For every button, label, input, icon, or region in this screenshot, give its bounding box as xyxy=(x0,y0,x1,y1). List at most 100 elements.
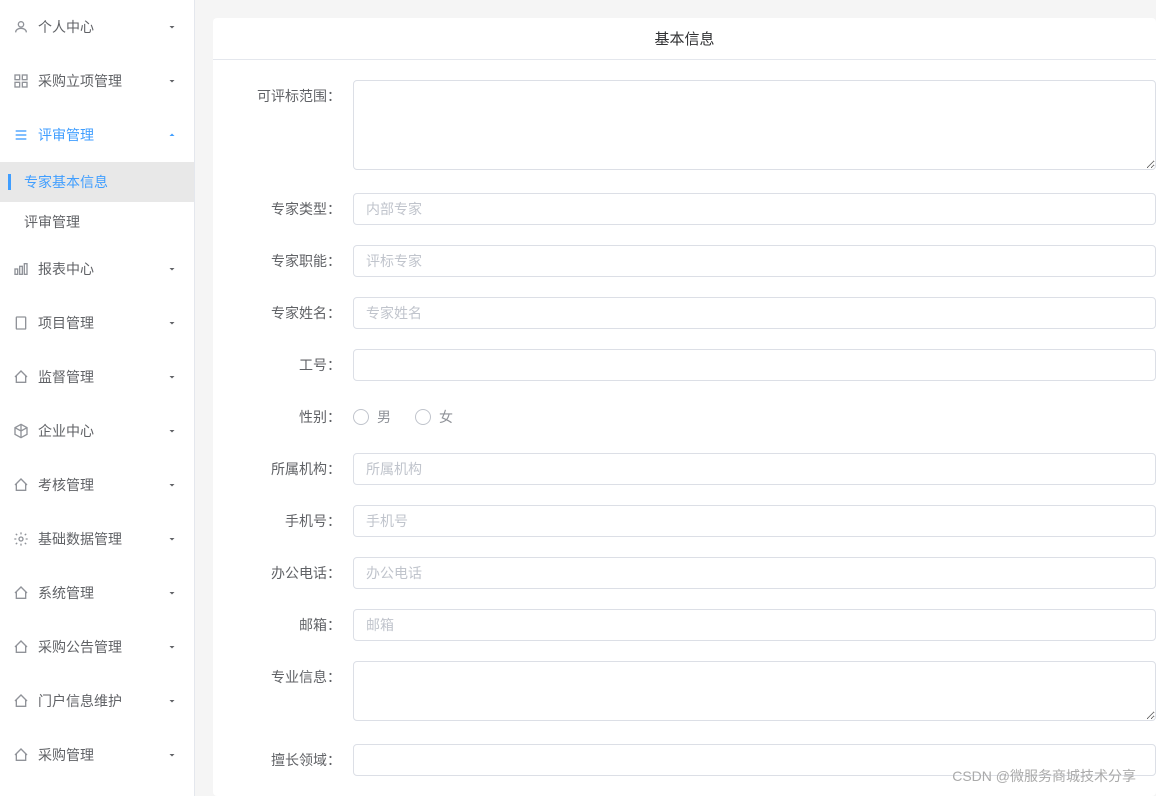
sidebar: 个人中心 采购立项管理 评审管理 专家基本信息 xyxy=(0,0,195,796)
user-icon xyxy=(12,18,30,36)
chevron-down-icon xyxy=(166,533,178,545)
sidebar-item-label: 项目管理 xyxy=(38,313,166,333)
sidebar-item-personal-center[interactable]: 个人中心 xyxy=(0,0,194,54)
bid-scope-textarea[interactable] xyxy=(353,80,1156,170)
field-label: 性别： xyxy=(213,401,353,433)
expert-name-input[interactable] xyxy=(353,297,1156,329)
sidebar-item-procurement-project[interactable]: 采购立项管理 xyxy=(0,54,194,108)
chevron-down-icon xyxy=(166,317,178,329)
sidebar-item-portal-info[interactable]: 门户信息维护 xyxy=(0,674,194,728)
tab-header: 基本信息 xyxy=(213,18,1156,60)
main-content: 基本信息 可评标范围： 专家类型： 专家职能： xyxy=(195,0,1156,796)
submenu-item-label: 评审管理 xyxy=(24,212,80,232)
sidebar-item-supervision-mgmt[interactable]: 监督管理 xyxy=(0,350,194,404)
field-label: 所属机构： xyxy=(213,453,353,485)
form-row-expert-name: 专家姓名： xyxy=(213,297,1156,329)
submenu-review: 专家基本信息 评审管理 xyxy=(0,162,194,242)
sidebar-item-label: 采购立项管理 xyxy=(38,71,166,91)
form-row-organization: 所属机构： xyxy=(213,453,1156,485)
sidebar-item-enterprise-center[interactable]: 企业中心 xyxy=(0,404,194,458)
form-area: 可评标范围： 专家类型： 专家职能： xyxy=(213,60,1156,776)
doc-icon xyxy=(12,314,30,332)
form-row-professional-info: 专业信息： xyxy=(213,661,1156,724)
tab-basic-info[interactable]: 基本信息 xyxy=(213,18,1156,59)
sidebar-item-label: 采购公告管理 xyxy=(38,637,166,657)
gender-male-radio[interactable]: 男 xyxy=(353,407,391,427)
chevron-down-icon xyxy=(166,371,178,383)
sidebar-item-label: 企业中心 xyxy=(38,421,166,441)
radio-label: 女 xyxy=(439,407,453,427)
sidebar-item-label: 门户信息维护 xyxy=(38,691,166,711)
house-icon xyxy=(12,692,30,710)
form-row-mobile: 手机号： xyxy=(213,505,1156,537)
chevron-down-icon xyxy=(166,21,178,33)
expertise-input[interactable] xyxy=(353,744,1156,776)
organization-input[interactable] xyxy=(353,453,1156,485)
expert-role-input[interactable] xyxy=(353,245,1156,277)
radio-circle-icon xyxy=(415,409,431,425)
form-row-expertise: 擅长领域： xyxy=(213,744,1156,776)
gender-radio-group: 男 女 xyxy=(353,401,1156,433)
cube-icon xyxy=(12,422,30,440)
field-label: 专业信息： xyxy=(213,661,353,693)
employee-id-input[interactable] xyxy=(353,349,1156,381)
sidebar-item-label: 采购管理 xyxy=(38,745,166,765)
sidebar-item-project-mgmt[interactable]: 项目管理 xyxy=(0,296,194,350)
radio-circle-icon xyxy=(353,409,369,425)
form-row-expert-role: 专家职能： xyxy=(213,245,1156,277)
form-row-gender: 性别： 男 女 xyxy=(213,401,1156,433)
field-label: 专家职能： xyxy=(213,245,353,277)
chevron-down-icon xyxy=(166,749,178,761)
gear-icon xyxy=(12,530,30,548)
house-icon xyxy=(12,746,30,764)
chart-icon xyxy=(12,260,30,278)
field-label: 邮箱： xyxy=(213,609,353,641)
sidebar-item-base-data-mgmt[interactable]: 基础数据管理 xyxy=(0,512,194,566)
chevron-down-icon xyxy=(166,479,178,491)
email-input[interactable] xyxy=(353,609,1156,641)
chevron-up-icon xyxy=(166,129,178,141)
field-label: 专家类型： xyxy=(213,193,353,225)
sidebar-item-procurement-notice[interactable]: 采购公告管理 xyxy=(0,620,194,674)
field-label: 手机号： xyxy=(213,505,353,537)
form-row-office-phone: 办公电话： xyxy=(213,557,1156,589)
content-card: 基本信息 可评标范围： 专家类型： 专家职能： xyxy=(213,18,1156,796)
submenu-item-label: 专家基本信息 xyxy=(24,172,108,192)
mobile-input[interactable] xyxy=(353,505,1156,537)
chevron-down-icon xyxy=(166,641,178,653)
sidebar-item-assessment-mgmt[interactable]: 考核管理 xyxy=(0,458,194,512)
chevron-down-icon xyxy=(166,263,178,275)
submenu-item-expert-info[interactable]: 专家基本信息 xyxy=(0,162,194,202)
sidebar-item-review-management[interactable]: 评审管理 xyxy=(0,108,194,162)
office-phone-input[interactable] xyxy=(353,557,1156,589)
sidebar-item-label: 系统管理 xyxy=(38,583,166,603)
expert-type-input[interactable] xyxy=(353,193,1156,225)
house-icon xyxy=(12,476,30,494)
form-row-employee-id: 工号： xyxy=(213,349,1156,381)
gender-female-radio[interactable]: 女 xyxy=(415,407,453,427)
form-row-bid-scope: 可评标范围： xyxy=(213,80,1156,173)
chevron-down-icon xyxy=(166,587,178,599)
sidebar-item-report-center[interactable]: 报表中心 xyxy=(0,242,194,296)
sidebar-item-label: 评审管理 xyxy=(38,125,166,145)
sidebar-item-label: 报表中心 xyxy=(38,259,166,279)
house-icon xyxy=(12,368,30,386)
submenu-item-review-mgmt[interactable]: 评审管理 xyxy=(0,202,194,242)
sidebar-item-procurement-mgmt[interactable]: 采购管理 xyxy=(0,728,194,782)
professional-info-textarea[interactable] xyxy=(353,661,1156,721)
tab-label: 基本信息 xyxy=(654,28,714,49)
field-label: 办公电话： xyxy=(213,557,353,589)
chevron-down-icon xyxy=(166,695,178,707)
field-label: 可评标范围： xyxy=(213,80,353,112)
sidebar-item-label: 基础数据管理 xyxy=(38,529,166,549)
chevron-down-icon xyxy=(166,425,178,437)
form-row-expert-type: 专家类型： xyxy=(213,193,1156,225)
house-icon xyxy=(12,584,30,602)
sidebar-item-system-mgmt[interactable]: 系统管理 xyxy=(0,566,194,620)
field-label: 工号： xyxy=(213,349,353,381)
radio-label: 男 xyxy=(377,407,391,427)
list-icon xyxy=(12,126,30,144)
field-label: 擅长领域： xyxy=(213,744,353,776)
sidebar-item-label: 考核管理 xyxy=(38,475,166,495)
grid-icon xyxy=(12,72,30,90)
